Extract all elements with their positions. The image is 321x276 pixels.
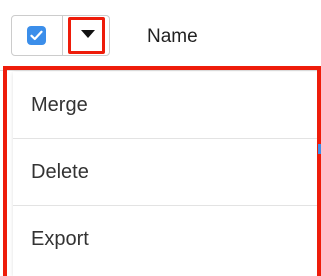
menu-item-merge[interactable]: Merge bbox=[13, 72, 318, 138]
menu-item-label: Merge bbox=[31, 94, 88, 116]
menu-item-export[interactable]: Export bbox=[13, 206, 318, 272]
select-divider bbox=[62, 16, 63, 55]
menu-item-label: Export bbox=[31, 228, 89, 250]
menu-item-label: Delete bbox=[31, 161, 89, 183]
menu-item-delete[interactable]: Delete bbox=[13, 139, 318, 205]
header-divider bbox=[0, 70, 321, 71]
select-all-checkbox[interactable] bbox=[27, 26, 46, 45]
checkmark-icon bbox=[30, 30, 43, 41]
table-header-row: Name bbox=[0, 0, 321, 71]
mass-select-control bbox=[11, 15, 110, 56]
actions-dropdown-menu: Merge Delete Export bbox=[13, 72, 318, 276]
list-view-header-with-actions-menu: Name Merge Delete Export bbox=[0, 0, 321, 276]
column-header-name[interactable]: Name bbox=[147, 25, 198, 49]
caret-down-icon[interactable] bbox=[81, 30, 95, 38]
